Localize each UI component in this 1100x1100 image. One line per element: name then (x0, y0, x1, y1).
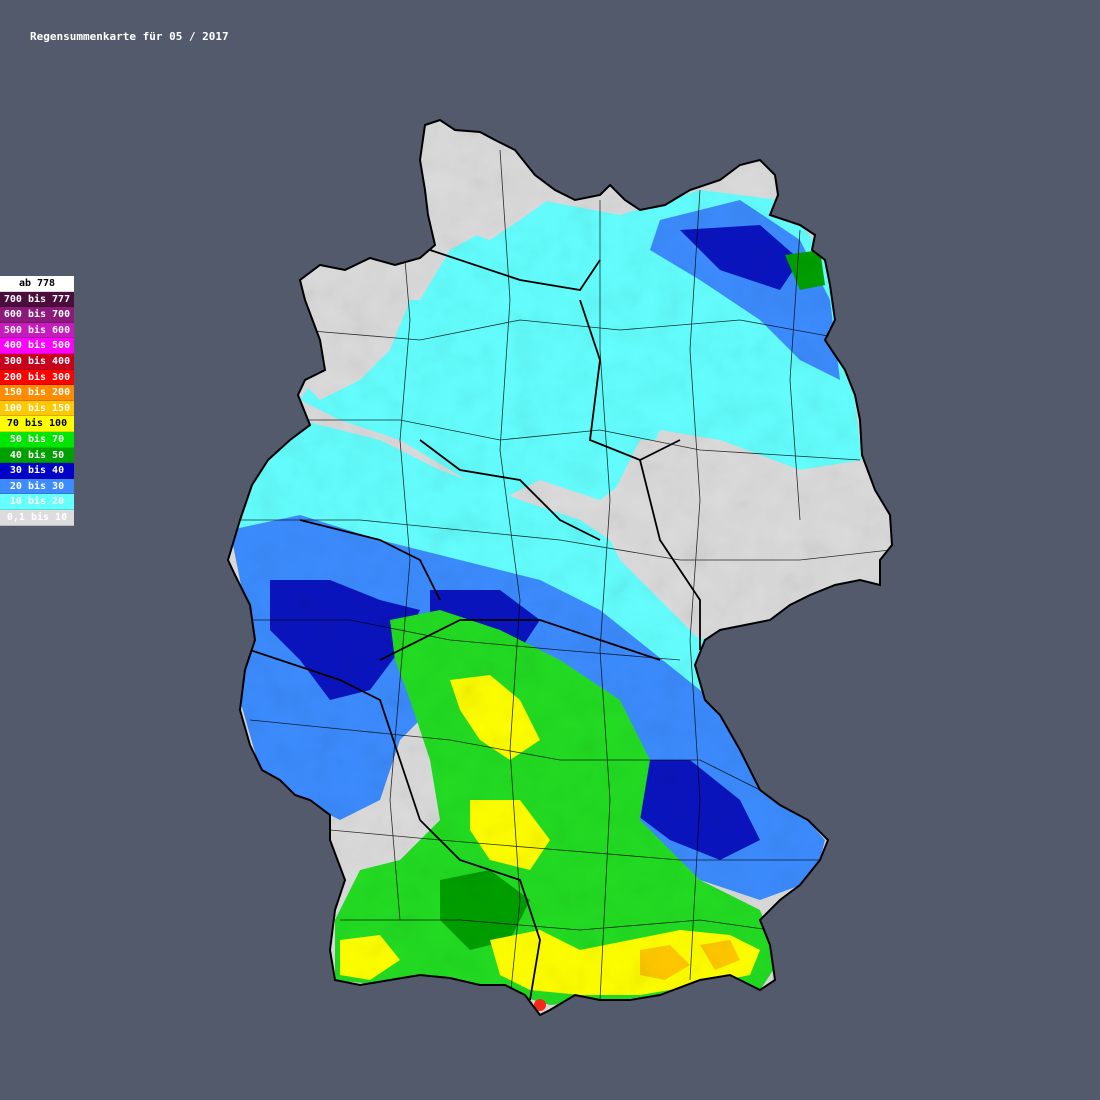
germany-precipitation-map (227, 119, 893, 1016)
precipitation-layer (228, 120, 892, 1015)
